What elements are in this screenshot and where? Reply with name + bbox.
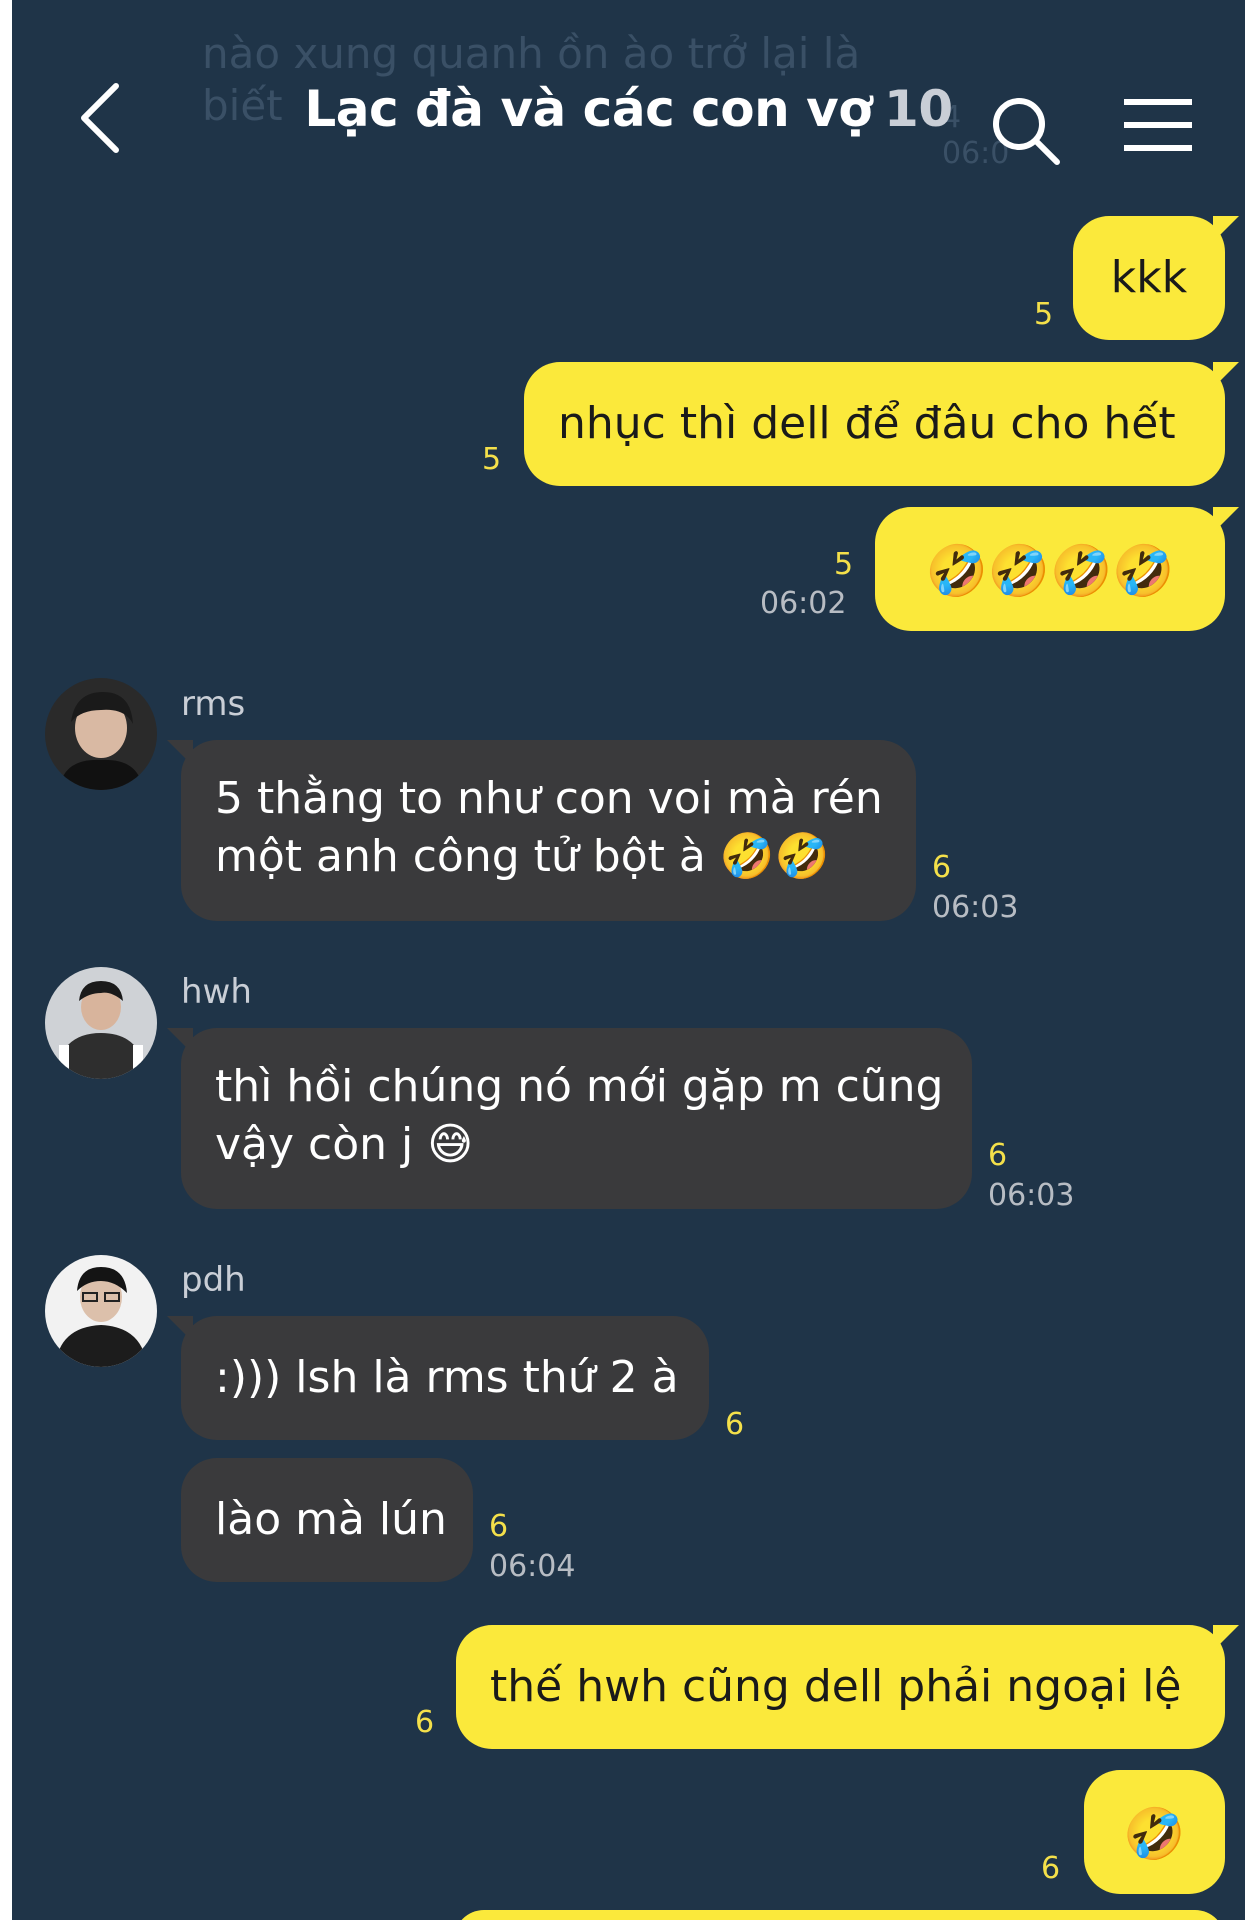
hamburger-menu-icon [1124, 99, 1192, 151]
unread-count: 5 [834, 547, 854, 582]
my-message-bubble[interactable]: nhục thì dell để đâu cho hết [524, 362, 1239, 486]
message-text-line: 5 thằng to như con voi mà rén [215, 773, 883, 824]
avatar-image [45, 1255, 157, 1367]
message-text: kkk [1110, 252, 1188, 303]
avatar-hwh[interactable] [45, 967, 157, 1079]
my-message-bubble[interactable]: kkk [1073, 216, 1239, 340]
my-message-bubble[interactable]: thế hwh cũng dell phải ngoại lệ [456, 1625, 1239, 1749]
member-count: 10 [884, 80, 953, 138]
sender-name: pdh [181, 1260, 246, 1300]
message-time: 06:02 [760, 586, 847, 621]
avatar-image [45, 678, 157, 790]
their-message-bubble[interactable]: :))) lsh là rms thứ 2 à [167, 1316, 709, 1440]
emoji-laughing: 🤣 [1123, 1805, 1186, 1863]
sender-name: hwh [181, 972, 252, 1012]
my-message-bubble[interactable]: 🤣 [1084, 1770, 1225, 1894]
sender-name: rms [181, 684, 246, 724]
avatar-rms[interactable] [45, 678, 157, 790]
avatar-pdh[interactable] [45, 1255, 157, 1367]
message-text: nhục thì dell để đâu cho hết [558, 398, 1176, 449]
unread-count: 6 [489, 1509, 509, 1544]
unread-count: 6 [988, 1138, 1008, 1173]
message-text: :))) lsh là rms thứ 2 à [215, 1352, 679, 1403]
message-time: 06:03 [932, 890, 1019, 925]
their-message-bubble[interactable]: lào mà lún [181, 1458, 473, 1582]
unread-count: 6 [932, 850, 952, 885]
message-text-line: vậy còn j 😅 [215, 1119, 474, 1170]
search-icon [993, 98, 1060, 165]
unread-count: 5 [1034, 297, 1054, 332]
my-message-bubble[interactable]: 🤣🤣🤣🤣 [875, 507, 1239, 631]
my-message-bubble-partial[interactable] [454, 1910, 1225, 1920]
message-time: 06:04 [489, 1549, 576, 1584]
chat-title-text: Lạc đà và các con vợ [304, 80, 873, 138]
message-text-line: một anh công tử bột à 🤣🤣 [215, 831, 830, 882]
message-time: 06:03 [988, 1178, 1075, 1213]
search-button[interactable] [987, 92, 1067, 172]
unread-count: 6 [725, 1407, 745, 1442]
avatar-image [45, 967, 157, 1079]
menu-button[interactable] [1120, 96, 1196, 156]
unread-count: 5 [482, 442, 502, 477]
their-message-bubble[interactable]: thì hồi chúng nó mới gặp m cũng vậy còn … [167, 1028, 972, 1209]
message-text-line: thì hồi chúng nó mới gặp m cũng [215, 1061, 944, 1112]
message-text: thế hwh cũng dell phải ngoại lệ [490, 1661, 1182, 1712]
unread-count: 6 [415, 1705, 435, 1740]
chat-screen: nào xung quanh ồn ào trở lại là biết 4 0… [12, 0, 1245, 1920]
message-text: lào mà lún [215, 1494, 447, 1545]
emoji-laughing: 🤣🤣🤣🤣 [925, 542, 1175, 600]
their-message-bubble[interactable]: 5 thằng to như con voi mà rén một anh cô… [167, 740, 916, 921]
unread-count: 6 [1041, 1851, 1061, 1886]
